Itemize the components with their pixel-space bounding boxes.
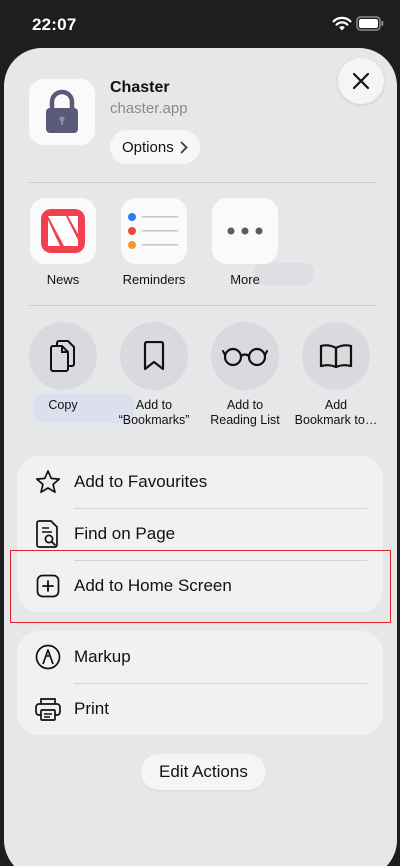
lock-icon	[46, 89, 78, 133]
menu-item-label: Print	[74, 699, 109, 718]
action-add-bookmarks[interactable]: Add to “Bookmarks”	[104, 322, 204, 428]
app-title: Chaster	[110, 79, 170, 96]
action-reading-list[interactable]: Add to Reading List	[195, 322, 295, 428]
close-button[interactable]	[338, 58, 384, 104]
reminders-icon	[128, 213, 178, 249]
reminders-tile	[121, 198, 187, 264]
app-domain: chaster.app	[110, 100, 188, 117]
app-icon	[29, 79, 95, 145]
app-label: More	[230, 272, 260, 287]
app-news[interactable]: News	[17, 198, 109, 287]
menu-item-label: Add to Favourites	[74, 472, 208, 491]
action-label: Add Bookmark to…	[294, 398, 378, 427]
more-icon	[227, 227, 263, 235]
bookmark-icon	[143, 341, 165, 371]
app-more[interactable]: More	[199, 198, 291, 287]
news-icon	[41, 209, 85, 253]
action-add-bookmark-to[interactable]: Add Bookmark to…	[286, 322, 386, 428]
share-sheet: Chaster chaster.app Options News Reminde…	[4, 48, 397, 866]
menu-item-add-to-favourites[interactable]: Add to Favourites	[17, 456, 383, 508]
copy-icon	[50, 340, 75, 372]
star-icon	[35, 469, 61, 495]
action-circle	[29, 322, 97, 390]
divider	[29, 182, 375, 183]
printer-icon	[35, 696, 61, 722]
action-circle	[302, 322, 370, 390]
menu-item-add-to-home-screen[interactable]: Add to Home Screen	[17, 560, 383, 612]
book-icon	[319, 344, 353, 369]
status-time: 22:07	[32, 15, 77, 34]
chevron-right-icon	[180, 141, 188, 153]
status-bar: 22:07	[0, 0, 400, 50]
options-label: Options	[122, 138, 174, 156]
menu-group-primary: Add to Favourites Find on Page Add to Ho…	[17, 456, 383, 612]
menu-group-secondary: Markup Print	[17, 631, 383, 735]
actions-row: Copy Add to “Bookmarks” Add to Reading L…	[4, 322, 397, 442]
edit-actions-button[interactable]: Edit Actions	[141, 754, 266, 790]
menu-item-find-on-page[interactable]: Find on Page	[17, 508, 383, 560]
menu-item-label: Find on Page	[74, 524, 176, 543]
news-tile	[30, 198, 96, 264]
menu-item-label: Markup	[74, 647, 131, 666]
menu-item-markup[interactable]: Markup	[17, 631, 383, 683]
divider	[29, 305, 375, 306]
battery-icon	[356, 16, 384, 36]
close-icon	[352, 72, 370, 90]
action-label: Copy	[48, 398, 78, 412]
action-circle	[211, 322, 279, 390]
reading-list-icon	[222, 347, 268, 366]
app-label: News	[46, 272, 80, 287]
markup-icon	[35, 644, 61, 670]
menu-item-print[interactable]: Print	[17, 683, 383, 735]
app-label: Reminders	[122, 272, 186, 287]
app-reminders[interactable]: Reminders	[108, 198, 200, 287]
wifi-icon	[332, 16, 352, 37]
action-label: Add to Reading List	[210, 398, 280, 427]
add-square-icon	[35, 573, 61, 599]
action-circle	[120, 322, 188, 390]
action-label: Add to “Bookmarks”	[118, 398, 190, 427]
menu-item-label: Add to Home Screen	[74, 576, 232, 595]
find-on-page-icon	[35, 520, 61, 548]
more-tile	[212, 198, 278, 264]
action-copy[interactable]: Copy	[13, 322, 113, 413]
apps-row: News Reminders More	[4, 198, 397, 293]
options-button[interactable]: Options	[110, 130, 200, 164]
